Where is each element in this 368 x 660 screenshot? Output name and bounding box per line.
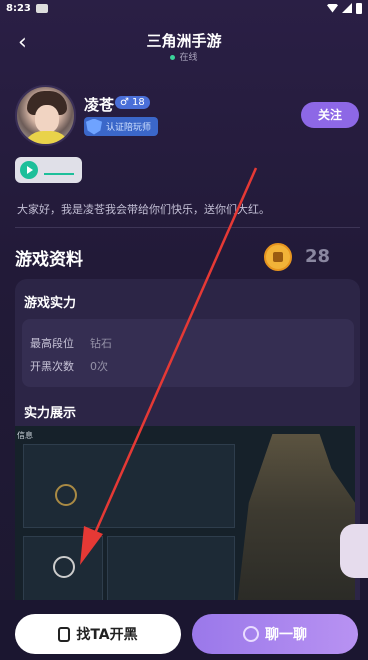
top-nav: ‹ 三角洲手游 在线 — [0, 24, 368, 68]
game-screenshot[interactable]: 信息 — [15, 426, 355, 606]
signal-icon — [342, 3, 352, 13]
age-text: 18 — [131, 97, 145, 108]
floating-avatar[interactable] — [340, 524, 368, 578]
follow-button[interactable]: 关注 — [301, 102, 359, 128]
divider — [15, 227, 360, 228]
coin-icon — [264, 243, 292, 271]
stat-value: 0次 — [90, 360, 108, 373]
waveform-icon — [44, 165, 74, 175]
avatar[interactable] — [15, 85, 76, 146]
notification-icon — [35, 3, 48, 13]
status-time: 8:23 — [6, 2, 31, 14]
badge-text: 认证陪玩师 — [106, 123, 152, 133]
screenshot-label: 信息 — [17, 431, 33, 440]
page-title: 三角洲手游 — [146, 32, 222, 50]
shield-icon — [86, 118, 102, 135]
play-icon[interactable] — [20, 161, 38, 179]
stat-label: 开黑次数 — [30, 360, 74, 373]
screenshot-panel — [107, 536, 235, 606]
smile-icon — [243, 626, 259, 642]
document-icon — [58, 626, 71, 642]
find-teammate-button[interactable]: 找TA开黑 — [15, 614, 181, 654]
status-bar: 8:23 — [0, 0, 368, 16]
game-info-title: 游戏资料 — [15, 250, 83, 270]
stat-value: 钻石 — [90, 337, 112, 350]
stat-row-count: 开黑次数 0次 — [30, 358, 108, 374]
stat-row-rank: 最高段位 钻石 — [30, 335, 112, 351]
screenshot-panel — [23, 444, 235, 528]
find-teammate-label: 找TA开黑 — [76, 627, 138, 643]
rank-emblem-icon — [55, 484, 77, 506]
coin-count: 28 — [305, 246, 331, 267]
online-status-text: 在线 — [179, 53, 198, 63]
male-icon: ♂ — [120, 97, 129, 108]
wifi-icon — [327, 3, 338, 13]
battery-icon — [356, 2, 362, 14]
stats-panel — [22, 319, 354, 387]
online-dot-icon — [170, 55, 176, 60]
showcase-title: 实力展示 — [24, 406, 77, 421]
certified-badge: 认证陪玩师 — [84, 117, 158, 136]
voice-intro-player[interactable] — [15, 157, 82, 183]
online-status: 在线 — [0, 50, 368, 63]
username: 凌苍 — [84, 96, 115, 114]
chat-label: 聊一聊 — [265, 627, 307, 643]
bio-text: 大家好，我是凌苍我会带给你们快乐，送你们大红。 — [17, 203, 270, 216]
soldier-image — [237, 434, 355, 606]
chat-button[interactable]: 聊一聊 — [192, 614, 358, 654]
target-icon — [53, 556, 75, 578]
gender-age-badge: ♂ 18 — [115, 96, 150, 109]
strength-title: 游戏实力 — [24, 296, 77, 311]
stat-label: 最高段位 — [30, 337, 74, 350]
